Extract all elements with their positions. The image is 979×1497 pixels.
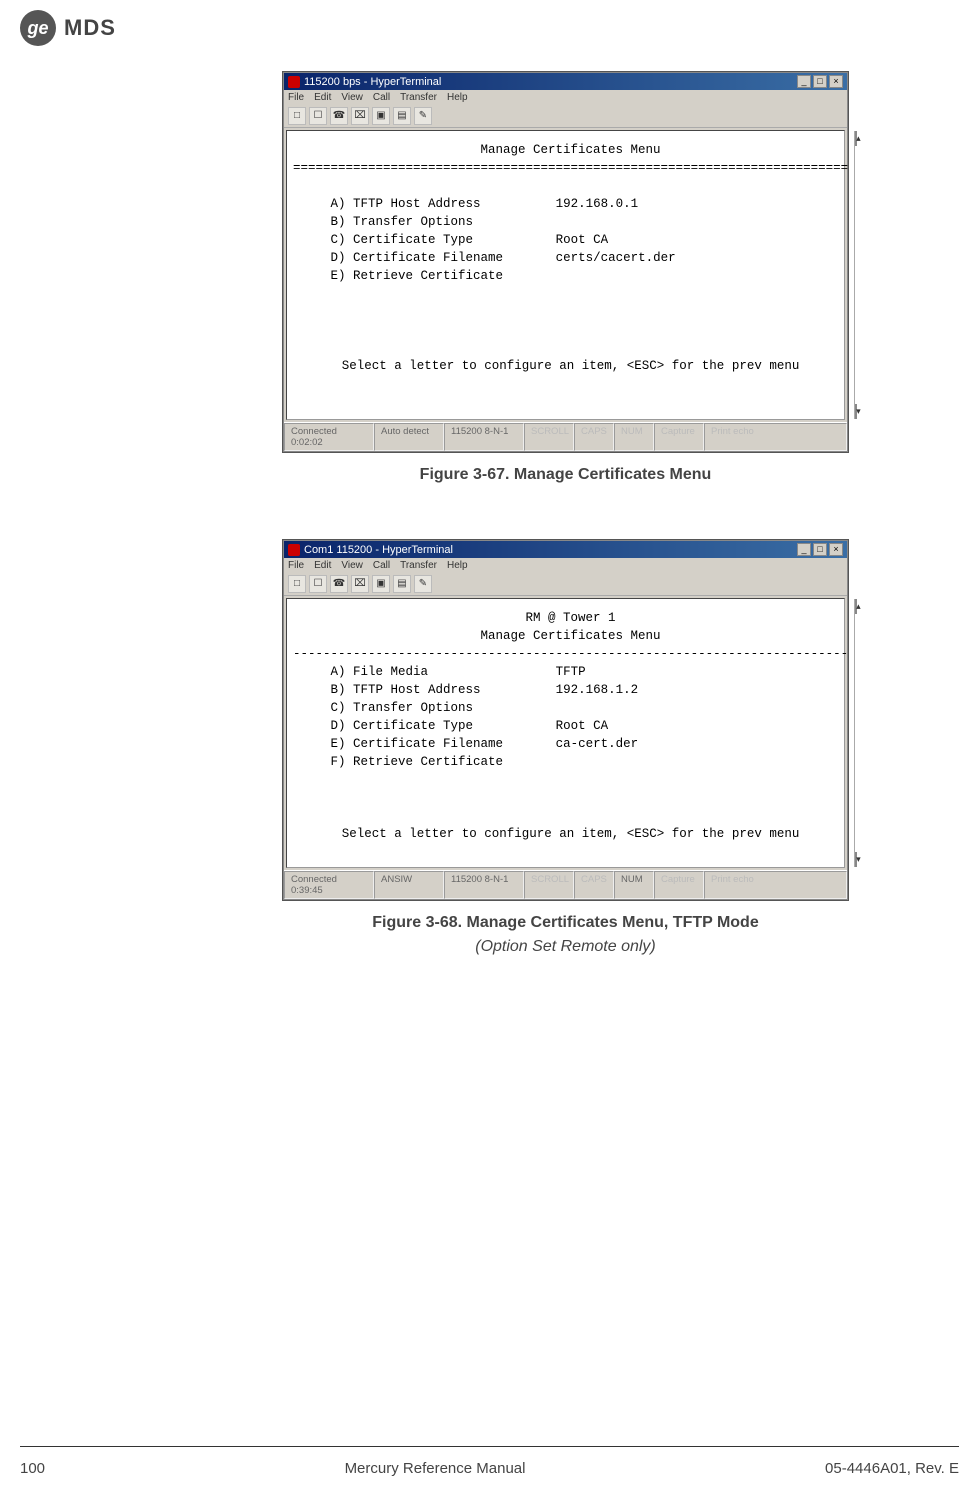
hyperterminal-window-1: 115200 bps - HyperTerminal _ □ × File Ed… — [283, 72, 848, 452]
menu-help[interactable]: Help — [447, 92, 468, 103]
tb-new-icon[interactable]: □ — [288, 107, 306, 125]
scroll-down-icon[interactable]: ▾ — [855, 404, 857, 419]
maximize-button[interactable]: □ — [813, 543, 827, 556]
scroll-up-icon[interactable]: ▴ — [855, 131, 857, 146]
menu-transfer[interactable]: Transfer — [400, 560, 437, 571]
close-button[interactable]: × — [829, 543, 843, 556]
menu-help[interactable]: Help — [447, 560, 468, 571]
menu-edit[interactable]: Edit — [314, 560, 331, 571]
statusbar: Connected 0:02:02 Auto detect 115200 8-N… — [284, 422, 847, 451]
menu-call[interactable]: Call — [373, 560, 390, 571]
status-port: 115200 8-N-1 — [444, 871, 524, 899]
minimize-button[interactable]: _ — [797, 543, 811, 556]
status-capture: Capture — [654, 423, 704, 451]
close-button[interactable]: × — [829, 75, 843, 88]
status-caps: CAPS — [574, 423, 614, 451]
tb-send-icon[interactable]: ▣ — [372, 107, 390, 125]
terminal-area: RM @ Tower 1Manage Certificates Menu----… — [286, 598, 845, 868]
menu-edit[interactable]: Edit — [314, 92, 331, 103]
tb-recv-icon[interactable]: ▤ — [393, 107, 411, 125]
statusbar: Connected 0:39:45 ANSIW 115200 8-N-1 SCR… — [284, 870, 847, 899]
menu-transfer[interactable]: Transfer — [400, 92, 437, 103]
terminal-area: Manage Certificates Menu================… — [286, 130, 845, 420]
document-id: 05-4446A01, Rev. E — [825, 1460, 959, 1477]
status-detect: ANSIW — [374, 871, 444, 899]
tb-call-icon[interactable]: ☎ — [330, 107, 348, 125]
status-num: NUM — [614, 871, 654, 899]
page-header: ge MDS — [20, 10, 116, 46]
toolbar: □ ☐ ☎ ⌧ ▣ ▤ ✎ — [284, 105, 847, 128]
tb-open-icon[interactable]: ☐ — [309, 575, 327, 593]
tb-send-icon[interactable]: ▣ — [372, 575, 390, 593]
status-connection: Connected 0:02:02 — [284, 423, 374, 451]
tb-call-icon[interactable]: ☎ — [330, 575, 348, 593]
page-number: 100 — [20, 1460, 45, 1477]
terminal-output[interactable]: RM @ Tower 1Manage Certificates Menu----… — [287, 599, 854, 867]
terminal-output[interactable]: Manage Certificates Menu================… — [287, 131, 854, 419]
status-num: NUM — [614, 423, 654, 451]
window-title: Com1 115200 - HyperTerminal — [304, 544, 453, 556]
scrollbar[interactable]: ▴ ▾ — [854, 131, 855, 419]
maximize-button[interactable]: □ — [813, 75, 827, 88]
tb-hangup-icon[interactable]: ⌧ — [351, 575, 369, 593]
window-title: 115200 bps - HyperTerminal — [304, 76, 441, 88]
tb-hangup-icon[interactable]: ⌧ — [351, 107, 369, 125]
menu-view[interactable]: View — [341, 92, 363, 103]
menubar: File Edit View Call Transfer Help — [284, 90, 847, 105]
status-connection: Connected 0:39:45 — [284, 871, 374, 899]
scroll-down-icon[interactable]: ▾ — [855, 852, 857, 867]
ge-logo-icon: ge — [20, 10, 56, 46]
document-title: Mercury Reference Manual — [345, 1460, 526, 1477]
status-print: Print echo — [704, 423, 847, 451]
page-content: 115200 bps - HyperTerminal _ □ × File Ed… — [283, 72, 848, 956]
tb-new-icon[interactable]: □ — [288, 575, 306, 593]
scroll-up-icon[interactable]: ▴ — [855, 599, 857, 614]
status-scroll: SCROLL — [524, 423, 574, 451]
toolbar: □ ☐ ☎ ⌧ ▣ ▤ ✎ — [284, 573, 847, 596]
hyperterminal-window-2: Com1 115200 - HyperTerminal _ □ × File E… — [283, 540, 848, 900]
status-scroll: SCROLL — [524, 871, 574, 899]
page-footer: 100 Mercury Reference Manual 05-4446A01,… — [20, 1460, 959, 1477]
tb-props-icon[interactable]: ✎ — [414, 575, 432, 593]
figure-caption-2: Figure 3-68. Manage Certificates Menu, T… — [283, 914, 848, 932]
status-caps: CAPS — [574, 871, 614, 899]
status-detect: Auto detect — [374, 423, 444, 451]
status-port: 115200 8-N-1 — [444, 423, 524, 451]
status-capture: Capture — [654, 871, 704, 899]
mds-brand-text: MDS — [64, 15, 116, 41]
app-icon — [288, 544, 300, 556]
scrollbar[interactable]: ▴ ▾ — [854, 599, 855, 867]
menu-file[interactable]: File — [288, 92, 304, 103]
figure-caption-1: Figure 3-67. Manage Certificates Menu — [283, 466, 848, 484]
menu-call[interactable]: Call — [373, 92, 390, 103]
figure-subcaption-2: (Option Set Remote only) — [283, 938, 848, 956]
titlebar: Com1 115200 - HyperTerminal _ □ × — [284, 541, 847, 558]
menu-view[interactable]: View — [341, 560, 363, 571]
tb-recv-icon[interactable]: ▤ — [393, 575, 411, 593]
titlebar: 115200 bps - HyperTerminal _ □ × — [284, 73, 847, 90]
tb-open-icon[interactable]: ☐ — [309, 107, 327, 125]
minimize-button[interactable]: _ — [797, 75, 811, 88]
tb-props-icon[interactable]: ✎ — [414, 107, 432, 125]
footer-divider — [20, 1446, 959, 1447]
status-print: Print echo — [704, 871, 847, 899]
app-icon — [288, 76, 300, 88]
menu-file[interactable]: File — [288, 560, 304, 571]
menubar: File Edit View Call Transfer Help — [284, 558, 847, 573]
